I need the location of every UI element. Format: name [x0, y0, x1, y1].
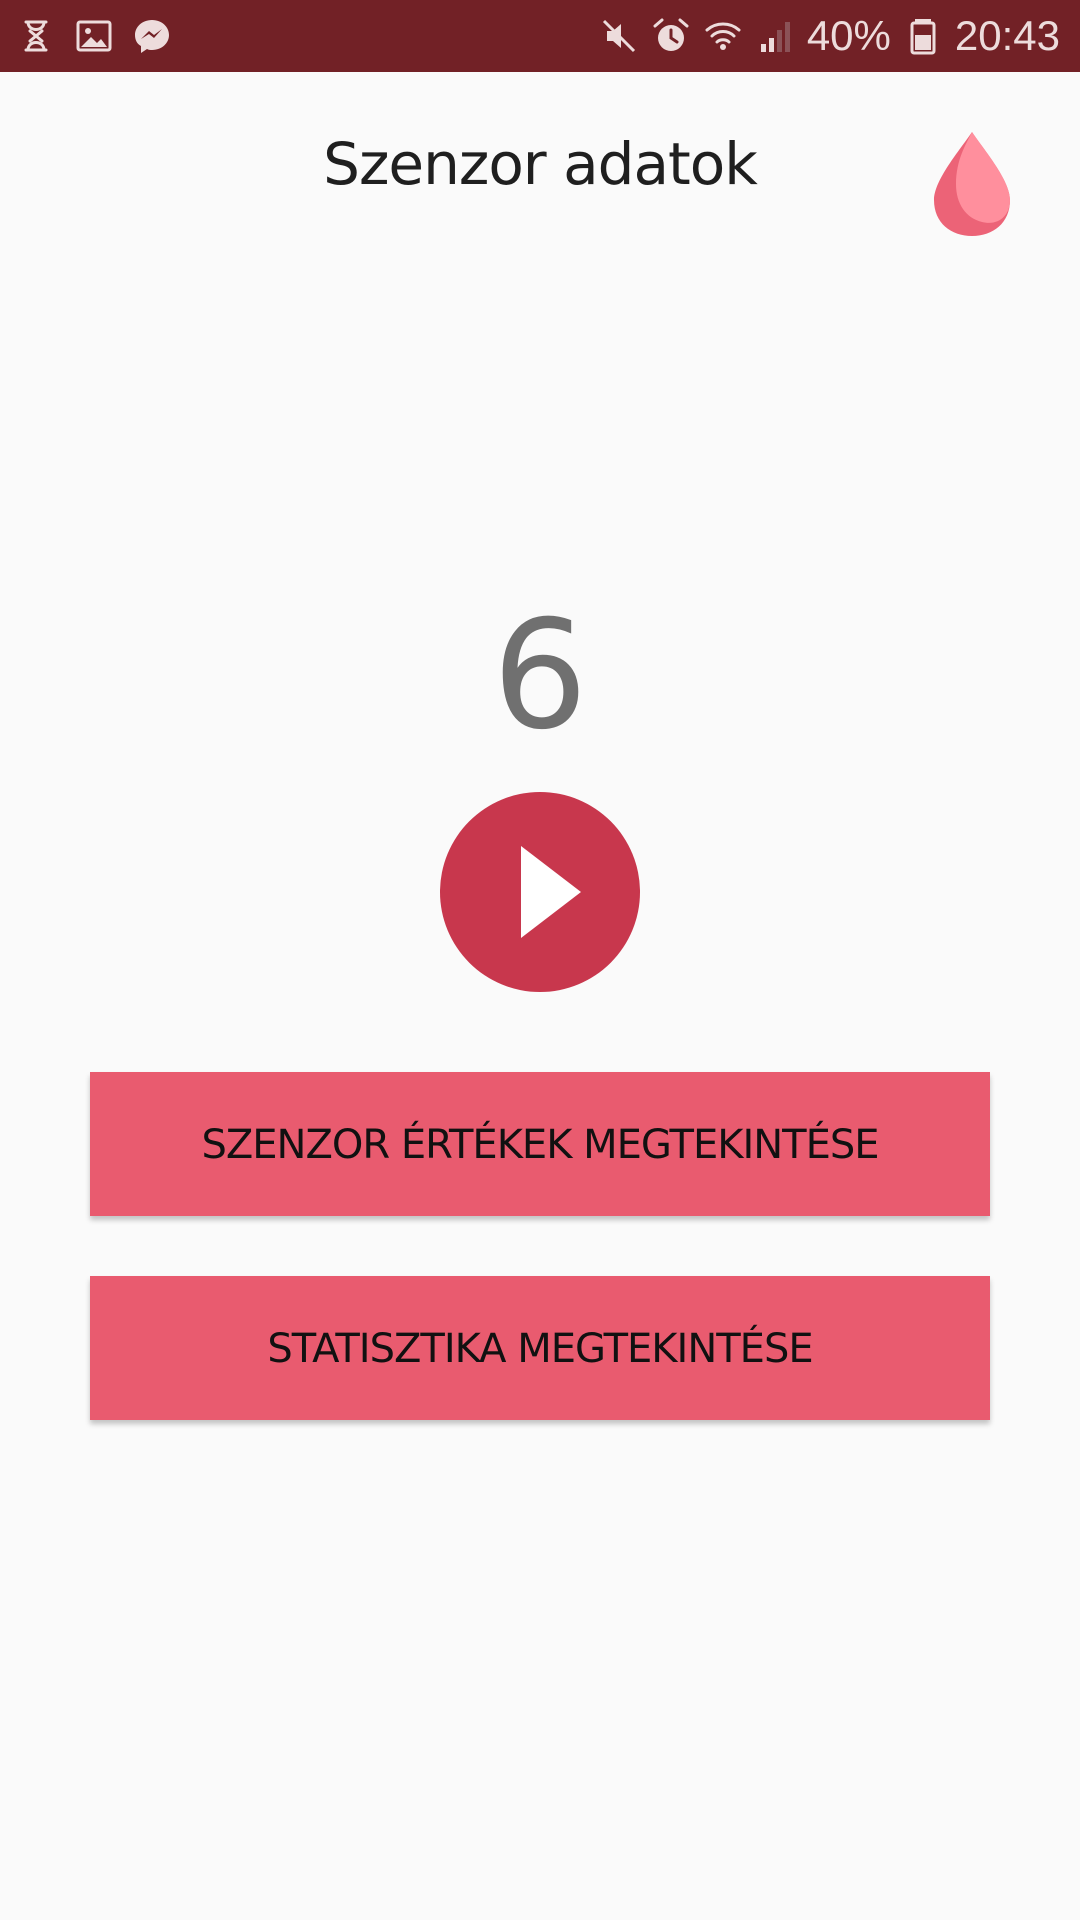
hourglass-icon [16, 16, 56, 56]
signal-icon [755, 16, 795, 56]
page-title: Szenzor adatok [323, 130, 758, 198]
play-icon [521, 846, 581, 938]
view-statistics-button[interactable]: STATISZTIKA MEGTEKINTÉSE [90, 1276, 990, 1420]
wifi-icon [703, 16, 743, 56]
drop-icon[interactable] [930, 128, 1014, 240]
battery-percent: 40% [806, 12, 891, 59]
status-left-icons [16, 0, 172, 72]
battery-icon [903, 16, 943, 56]
status-bar: 40% 20:43 [0, 0, 1080, 72]
messenger-icon [132, 16, 172, 56]
mute-icon [599, 16, 639, 56]
image-icon [74, 16, 114, 56]
counter-value: 6 [492, 589, 588, 763]
alarm-icon [651, 16, 691, 56]
clock: 20:43 [954, 12, 1060, 59]
view-sensor-values-button[interactable]: SZENZOR ÉRTÉKEK MEGTEKINTÉSE [90, 1072, 990, 1216]
status-right-icons: 40% 20:43 [599, 0, 1060, 72]
play-button[interactable] [440, 792, 640, 992]
